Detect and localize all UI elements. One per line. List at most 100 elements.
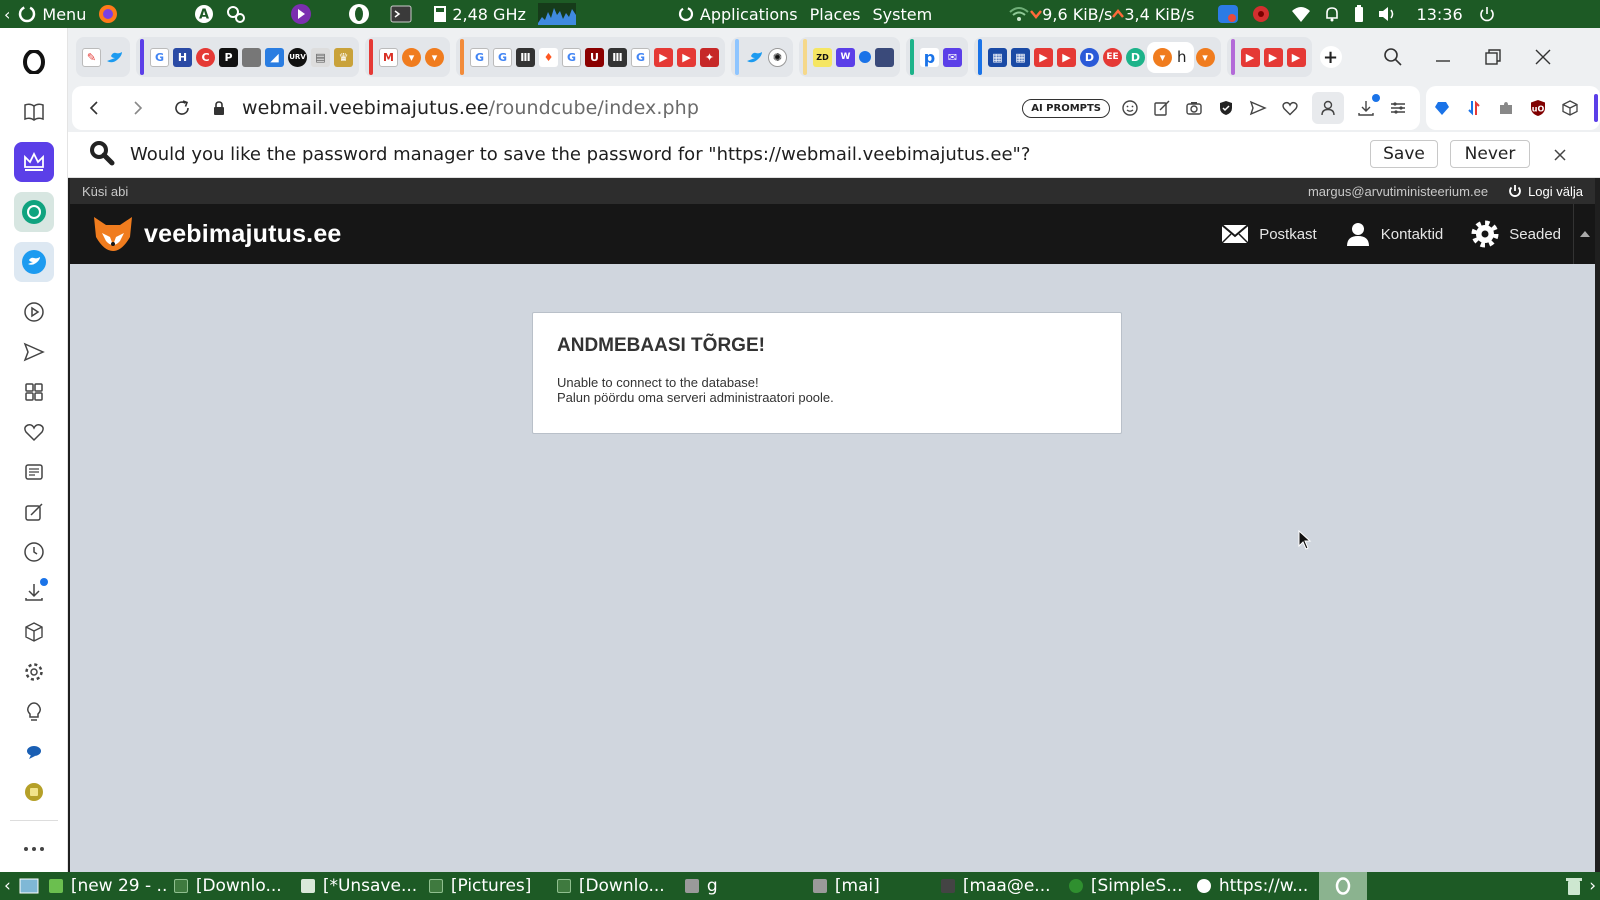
ext-cube-icon[interactable] bbox=[1554, 92, 1586, 124]
wallet-app-icon[interactable] bbox=[14, 772, 54, 812]
news-icon[interactable] bbox=[14, 452, 54, 492]
task-opera-active[interactable] bbox=[1318, 872, 1367, 900]
downloads-toolbar-icon[interactable] bbox=[1350, 92, 1382, 124]
reload-button[interactable] bbox=[160, 86, 204, 130]
player-icon[interactable] bbox=[14, 292, 54, 332]
new-tab-plus-icon[interactable]: + bbox=[1319, 46, 1342, 68]
task-notepad[interactable]: [new 29 - ... bbox=[43, 872, 168, 900]
restore-window-icon[interactable] bbox=[1468, 28, 1518, 86]
opera-launcher-icon[interactable] bbox=[348, 3, 370, 25]
battery-tray-icon[interactable] bbox=[1353, 5, 1365, 23]
pinboard-icon[interactable] bbox=[14, 492, 54, 532]
close-window-icon[interactable] bbox=[1518, 28, 1568, 86]
tab-favicon-wr-icon[interactable]: W bbox=[836, 47, 855, 67]
tab-group-2[interactable]: G H C P ◢ URV ▤ ♛ bbox=[136, 37, 359, 77]
history-clock-icon[interactable] bbox=[14, 532, 54, 572]
nav-mail[interactable]: Postkast bbox=[1221, 223, 1317, 245]
task-unsaved-editor[interactable]: [*Unsave... bbox=[295, 872, 423, 900]
tab-favicon-youtube-icon[interactable]: ▶ bbox=[1057, 47, 1076, 67]
tab-favicon-d-icon[interactable]: D bbox=[1080, 47, 1099, 67]
tab-favicon-chatgpt-icon[interactable]: ✺ bbox=[768, 47, 787, 67]
tab-favicon-grid-icon[interactable]: ▦ bbox=[1011, 47, 1030, 67]
task-downloads-2[interactable]: [Downlo... bbox=[551, 872, 679, 900]
ext-arrows-icon[interactable] bbox=[1458, 92, 1490, 124]
bookmarks-book-icon[interactable] bbox=[14, 92, 54, 132]
wifi-tray-icon[interactable] bbox=[1291, 5, 1311, 23]
never-save-button[interactable]: Never bbox=[1450, 140, 1530, 168]
notifications-tray-icon[interactable] bbox=[1323, 5, 1341, 23]
twitter-app-icon[interactable] bbox=[13, 242, 54, 282]
edit-note-icon[interactable] bbox=[1146, 92, 1178, 124]
tab-favicon-crown-icon[interactable]: ♛ bbox=[334, 47, 353, 67]
settings-gear-icon[interactable] bbox=[14, 652, 54, 692]
tab-group-6[interactable]: ZD W bbox=[799, 37, 900, 77]
menu-button[interactable]: Menu bbox=[18, 5, 86, 24]
ext-puzzle-icon[interactable] bbox=[1490, 92, 1522, 124]
tab-search-icon[interactable] bbox=[1368, 28, 1418, 86]
tab-favicon-youtube-icon[interactable]: ▶ bbox=[1034, 47, 1053, 67]
task-terminal[interactable]: [maa@e... bbox=[935, 872, 1063, 900]
back-button[interactable] bbox=[72, 86, 116, 130]
snapshot-camera-icon[interactable] bbox=[1178, 92, 1210, 124]
tab-favicon-fox-icon[interactable]: ▾ bbox=[402, 47, 421, 67]
tab-favicon-google-icon[interactable]: G bbox=[562, 47, 581, 67]
tab-favicon-mail-icon[interactable]: ✉ bbox=[943, 47, 962, 67]
weather-tray-icon[interactable] bbox=[1217, 4, 1239, 24]
tab-favicon-edit-icon[interactable]: ✎ bbox=[82, 47, 101, 67]
tab-favicon-flame-icon[interactable]: ♦ bbox=[539, 47, 558, 67]
task-opera-browser[interactable]: https://w... bbox=[1191, 872, 1319, 900]
heart-icon[interactable] bbox=[14, 412, 54, 452]
send-to-icon[interactable] bbox=[1242, 92, 1274, 124]
volume-tray-icon[interactable] bbox=[1377, 5, 1397, 23]
show-desktop-icon[interactable] bbox=[15, 872, 43, 900]
tab-favicon-twitter-icon[interactable] bbox=[745, 48, 764, 67]
tab-favicon-google-icon[interactable]: G bbox=[631, 47, 650, 67]
tab-group-3[interactable]: M ▾ ▾ bbox=[365, 37, 450, 77]
downloads-icon[interactable] bbox=[14, 572, 54, 612]
task-simplescreen[interactable]: [SimpleS... bbox=[1063, 872, 1191, 900]
taskbar-scroll-left[interactable]: ‹ bbox=[0, 872, 15, 900]
tab-favicon-youtube-icon[interactable]: ▶ bbox=[654, 47, 673, 67]
tab-group-5[interactable]: ✺ bbox=[731, 37, 793, 77]
ai-prompts-button[interactable]: AI PROMPTS bbox=[1022, 98, 1110, 118]
clock[interactable]: 13:36 bbox=[1417, 5, 1463, 24]
speed-dial-grid-icon[interactable] bbox=[14, 372, 54, 412]
applications-menu[interactable]: Applications bbox=[678, 5, 798, 24]
tab-favicon-museum-icon[interactable]: Ⅲ bbox=[608, 47, 627, 67]
power-tray-icon[interactable] bbox=[1479, 6, 1495, 22]
bookmark-heart-icon[interactable] bbox=[1274, 92, 1306, 124]
tab-favicon-c-icon[interactable]: C bbox=[196, 47, 215, 67]
more-dots-icon[interactable] bbox=[14, 829, 54, 869]
task-folder-mai[interactable]: [mai] bbox=[807, 872, 935, 900]
tab-group-9[interactable]: ▶ ▶ ▶ bbox=[1226, 37, 1312, 77]
tab-favicon-google-icon[interactable]: G bbox=[150, 47, 169, 67]
chatgpt-app-icon[interactable] bbox=[13, 192, 54, 232]
task-downloads-1[interactable]: [Downlo... bbox=[168, 872, 295, 900]
taskbar-scroll-right[interactable]: › bbox=[1585, 872, 1600, 900]
tab-favicon-youtube-icon[interactable]: ▶ bbox=[677, 47, 696, 67]
help-link[interactable]: Küsi abi bbox=[82, 184, 128, 199]
ext-heart-blue-icon[interactable] bbox=[1426, 92, 1458, 124]
nav-settings[interactable]: Seaded bbox=[1471, 220, 1561, 248]
active-tab[interactable]: ▾ h bbox=[1147, 41, 1194, 73]
tab-favicon-zdnet-icon[interactable]: ZD bbox=[813, 47, 832, 67]
crown-app-icon[interactable] bbox=[13, 142, 54, 182]
tab-favicon-d-teal-icon[interactable]: D bbox=[1126, 47, 1145, 67]
tab-favicon-youtube-icon[interactable]: ▶ bbox=[1286, 47, 1306, 67]
nav-caret-up-icon[interactable] bbox=[1573, 204, 1595, 264]
extensions-cube-icon[interactable] bbox=[14, 612, 54, 652]
tab-favicon-urv-icon[interactable]: URV bbox=[288, 47, 307, 67]
tab-favicon-fox-icon[interactable]: ▾ bbox=[425, 47, 444, 67]
minimize-window-icon[interactable] bbox=[1418, 28, 1468, 86]
tab-favicon-google-icon[interactable]: G bbox=[470, 47, 489, 67]
firefox-launcher-icon[interactable] bbox=[98, 4, 118, 24]
chat-bubble-icon[interactable] bbox=[14, 732, 54, 772]
tab-favicon-p-blue-icon[interactable]: p bbox=[920, 47, 939, 67]
system-menu[interactable]: System bbox=[873, 5, 933, 24]
lightbulb-icon[interactable] bbox=[14, 692, 54, 732]
recorder-tray-icon[interactable] bbox=[1251, 4, 1271, 24]
trash-icon[interactable] bbox=[1563, 872, 1585, 900]
lock-icon[interactable] bbox=[204, 86, 234, 130]
tab-favicon-h-icon[interactable]: H bbox=[173, 47, 192, 67]
logout-link[interactable]: Logi välja bbox=[1508, 184, 1583, 199]
